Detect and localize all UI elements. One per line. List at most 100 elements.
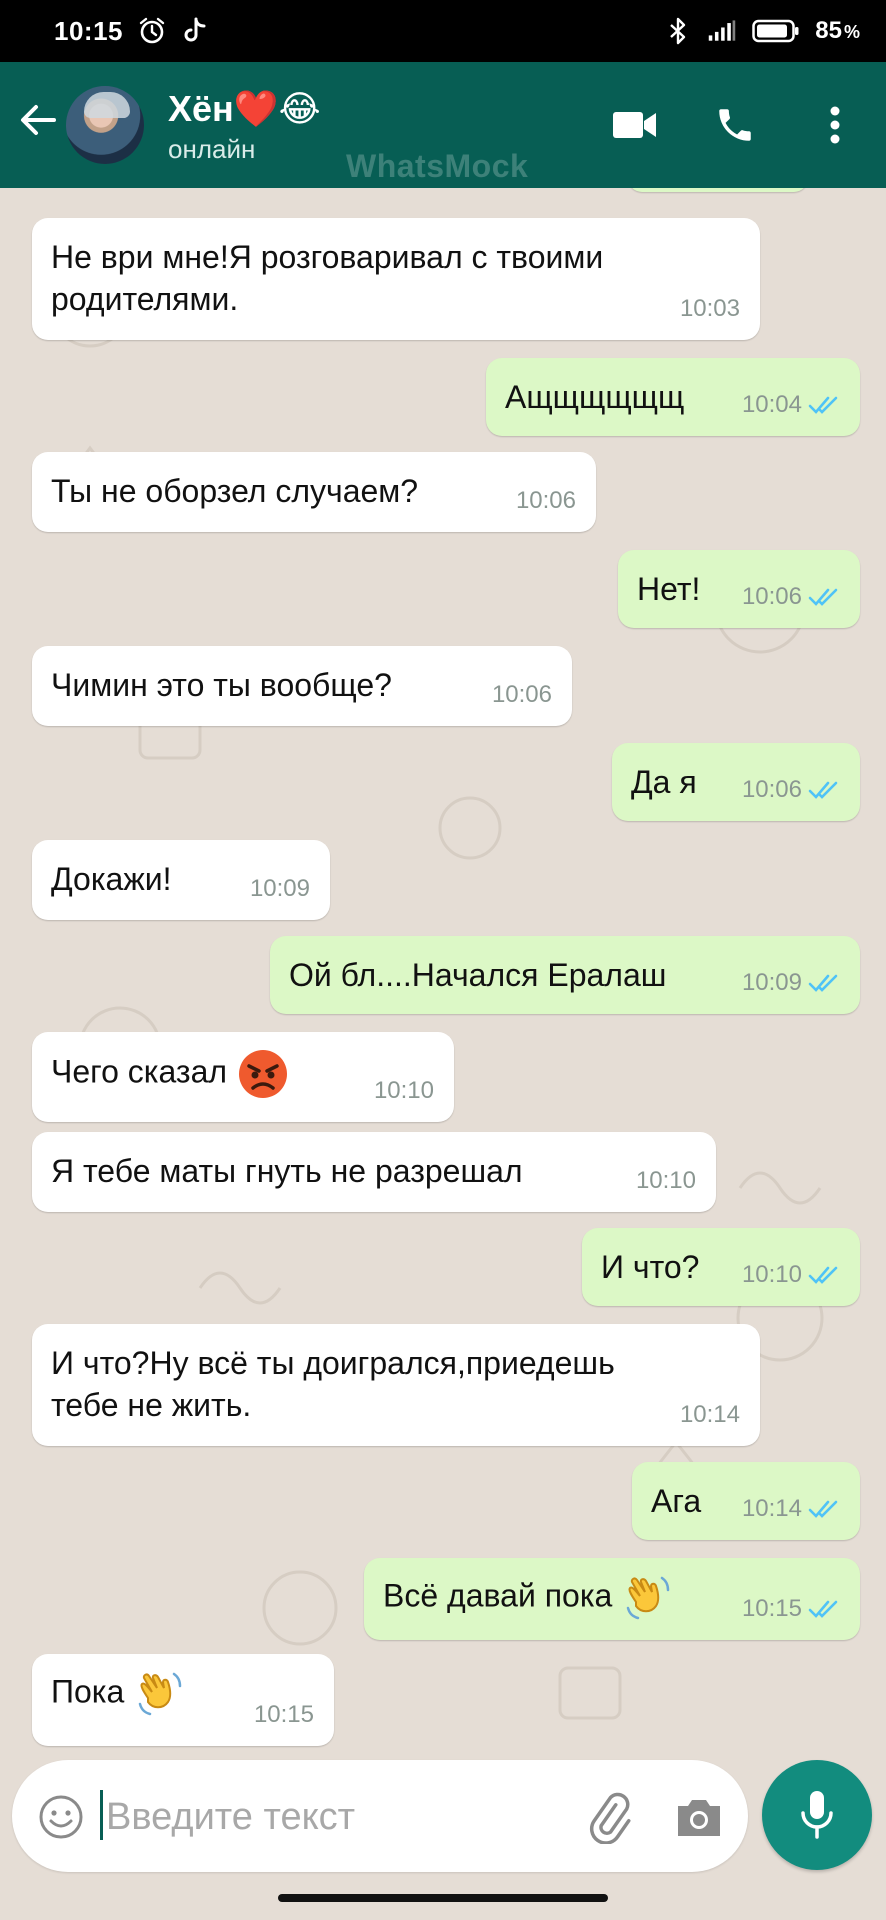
message-text: Чимин это ты вообще? <box>51 667 392 703</box>
status-bar-right: 85% <box>663 16 860 46</box>
read-ticks-icon <box>808 1266 838 1284</box>
message-meta: 10:14 <box>742 1488 840 1530</box>
chat-area[interactable]: Не ври мне!Я розговаривал с твоими родит… <box>0 188 886 1756</box>
message-time: 10:15 <box>741 1595 802 1622</box>
mic-button[interactable] <box>762 1760 872 1870</box>
signal-icon <box>707 16 737 46</box>
message-incoming[interactable]: Чего сказал 10:10 <box>32 1032 454 1122</box>
message-meta: 10:06 <box>742 769 840 811</box>
message-text: И что? <box>601 1249 700 1285</box>
message-text: Ага <box>651 1483 702 1519</box>
message-time: 10:14 <box>741 1495 802 1522</box>
message-time: 10:10 <box>635 1167 696 1194</box>
message-meta: 10:15 <box>742 1588 840 1630</box>
avatar[interactable] <box>66 86 144 164</box>
message-meta: 10:06 <box>492 674 552 716</box>
status-time: 10:15 <box>54 15 123 46</box>
message-time: 10:06 <box>741 583 802 610</box>
back-arrow-icon[interactable] <box>16 98 60 142</box>
message-time: 10:06 <box>491 681 552 708</box>
message-incoming[interactable]: Не ври мне!Я розговаривал с твоими родит… <box>32 218 760 340</box>
more-vert-icon[interactable] <box>812 102 858 148</box>
message-meta: 10:04 <box>742 384 840 426</box>
message-text-value: Пока <box>51 1673 125 1710</box>
message-time: 10:04 <box>741 391 802 418</box>
text-cursor <box>100 1790 103 1840</box>
message-incoming[interactable]: И что?Ну всё ты доигрался,приедешь тебе … <box>32 1324 760 1446</box>
navigation-bar <box>0 1886 886 1920</box>
input-bar <box>0 1756 886 1886</box>
attach-icon[interactable] <box>584 1792 636 1844</box>
message-meta: 10:06 <box>516 480 576 522</box>
message-time: 10:09 <box>249 875 310 902</box>
message-text: Да я <box>631 764 697 800</box>
read-ticks-icon <box>808 1500 838 1518</box>
message-meta: 10:10 <box>636 1160 696 1202</box>
message-text: Нет! <box>637 571 701 607</box>
message-meta: 10:10 <box>374 1070 434 1112</box>
contact-status: онлайн <box>168 134 256 164</box>
message-incoming[interactable]: Чимин это ты вообще? 10:06 <box>32 646 572 726</box>
message-text: Чего сказал <box>51 1048 289 1100</box>
message-time: 10:09 <box>741 969 802 996</box>
message-time: 10:06 <box>741 776 802 803</box>
message-input[interactable] <box>104 1788 468 1846</box>
message-text: Не ври мне!Я розговаривал с твоими родит… <box>51 239 604 317</box>
video-call-icon[interactable] <box>612 102 658 148</box>
message-incoming[interactable]: Я тебе маты гнуть не разрешал 10:10 <box>32 1132 716 1212</box>
camera-icon[interactable] <box>674 1794 724 1840</box>
contact-name[interactable]: Хён❤️😂 <box>168 88 321 130</box>
message-text-value: Всё давай пока <box>383 1577 613 1614</box>
read-ticks-icon <box>808 974 838 992</box>
status-bar-left: 10:15 <box>54 16 211 47</box>
message-incoming[interactable]: Докажи! 10:09 <box>32 840 330 920</box>
angry-face-emoji-icon <box>239 1050 288 1098</box>
message-outgoing[interactable]: Ащщщщщщ 10:04 <box>486 358 860 436</box>
tiktok-icon <box>181 16 211 46</box>
watermark: WhatsMock <box>346 148 529 184</box>
message-outgoing[interactable]: Нет! 10:06 <box>618 550 860 628</box>
waving-hand-emoji-icon <box>627 1576 670 1620</box>
bluetooth-icon <box>663 16 693 46</box>
message-time: 10:10 <box>373 1077 434 1104</box>
phone-icon[interactable] <box>712 102 758 148</box>
mic-icon <box>801 1791 833 1839</box>
alarm-icon <box>137 16 167 46</box>
message-outgoing[interactable]: Да я 10:06 <box>612 743 860 821</box>
message-text: Ты не оборзел случаем? <box>51 473 419 509</box>
previous-message-edge <box>628 188 808 192</box>
home-handle[interactable] <box>278 1894 608 1902</box>
message-outgoing[interactable]: Всё давай пока 10:15 <box>364 1558 860 1640</box>
message-text: И что?Ну всё ты доигрался,приедешь тебе … <box>51 1345 615 1423</box>
read-ticks-icon <box>808 1600 838 1618</box>
message-incoming[interactable]: Ты не оборзел случаем? 10:06 <box>32 452 596 532</box>
message-composer[interactable] <box>12 1760 748 1872</box>
battery-level: 85% <box>815 17 860 44</box>
message-text: Пока <box>51 1668 186 1720</box>
message-text: Докажи! <box>51 861 172 897</box>
message-text-value: Чего сказал <box>51 1053 228 1090</box>
read-ticks-icon <box>808 396 838 414</box>
read-ticks-icon <box>808 588 838 606</box>
message-meta: 10:03 <box>680 288 740 330</box>
message-text: Я тебе маты гнуть не разрешал <box>51 1153 523 1189</box>
message-text: Ой бл....Начался Ералаш <box>289 957 667 993</box>
message-incoming[interactable]: Пока 10:15 <box>32 1654 334 1746</box>
message-outgoing[interactable]: И что? 10:10 <box>582 1228 860 1306</box>
message-time: 10:15 <box>253 1701 314 1728</box>
message-time: 10:06 <box>515 487 576 514</box>
status-bar: 10:15 85% <box>0 0 886 62</box>
chat-header: Хён❤️😂 онлайн WhatsMock <box>0 62 886 188</box>
message-outgoing[interactable]: Ой бл....Начался Ералаш 10:09 <box>270 936 860 1014</box>
read-ticks-icon <box>808 781 838 799</box>
message-time: 10:14 <box>679 1401 740 1428</box>
message-text: Всё давай пока <box>383 1572 674 1624</box>
battery-icon <box>751 16 801 46</box>
waving-hand-emoji-icon <box>139 1672 182 1716</box>
message-meta: 10:09 <box>742 962 840 1004</box>
message-time: 10:10 <box>741 1261 802 1288</box>
smiley-icon[interactable] <box>38 1794 84 1840</box>
message-meta: 10:06 <box>742 576 840 618</box>
message-outgoing[interactable]: Ага 10:14 <box>632 1462 860 1540</box>
message-time: 10:03 <box>679 295 740 322</box>
